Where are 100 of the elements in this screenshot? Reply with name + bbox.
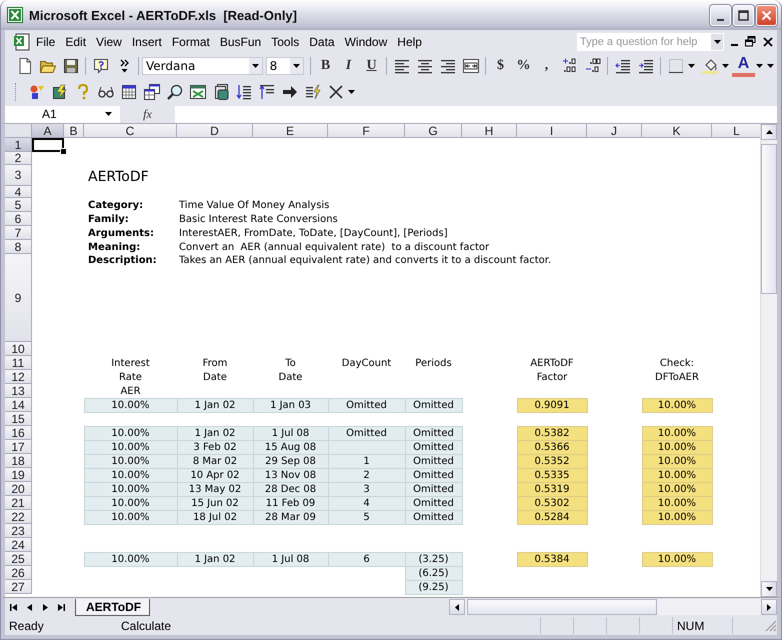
- column-header[interactable]: E: [253, 124, 328, 138]
- help-bubble-icon[interactable]: [92, 58, 108, 74]
- menu-item[interactable]: Tools: [266, 32, 304, 50]
- row-header[interactable]: 11: [5, 356, 32, 370]
- column-header[interactable]: B: [64, 124, 84, 138]
- row-header[interactable]: 14: [5, 398, 32, 412]
- menu-item[interactable]: Data: [304, 32, 340, 50]
- row-header[interactable]: 24: [5, 538, 32, 552]
- row-header[interactable]: 22: [5, 510, 32, 524]
- stacked-sheets-icon[interactable]: [212, 84, 228, 100]
- search-icon[interactable]: [166, 84, 182, 100]
- column-header[interactable]: K: [642, 124, 712, 138]
- row-header[interactable]: 19: [5, 468, 32, 482]
- dropdown-caret-icon[interactable]: [688, 64, 695, 68]
- row-header[interactable]: 16: [5, 426, 32, 440]
- column-header[interactable]: D: [177, 124, 253, 138]
- column-header[interactable]: F: [328, 124, 405, 138]
- sort-lines-icon[interactable]: [236, 84, 252, 100]
- next-sheet-icon[interactable]: [42, 604, 48, 610]
- percent-button[interactable]: %: [512, 55, 535, 77]
- column-header[interactable]: I: [517, 124, 587, 138]
- column-header[interactable]: A: [32, 124, 64, 138]
- name-box[interactable]: A1: [5, 106, 120, 122]
- bold-button[interactable]: B: [314, 55, 337, 77]
- row-header[interactable]: 10: [5, 342, 32, 356]
- dropdown-caret-icon[interactable]: [756, 64, 763, 68]
- comma-button[interactable]: ,: [535, 55, 558, 77]
- row-header[interactable]: 15: [5, 412, 32, 426]
- restore-icon[interactable]: [745, 36, 756, 47]
- maximize-button[interactable]: [733, 4, 754, 26]
- sheet-tab[interactable]: AERToDF: [75, 598, 150, 616]
- row-header[interactable]: 4: [5, 186, 32, 198]
- row-header[interactable]: 17: [5, 440, 32, 454]
- row-header[interactable]: 3: [5, 165, 32, 186]
- toolbar-overflow-icon[interactable]: [348, 90, 355, 94]
- row-header[interactable]: 13: [5, 384, 32, 398]
- row-header[interactable]: 21: [5, 496, 32, 510]
- resize-grip-icon[interactable]: [765, 620, 777, 632]
- close-button[interactable]: [756, 4, 777, 26]
- glasses-icon[interactable]: [98, 84, 114, 100]
- menu-item[interactable]: BusFun: [214, 32, 266, 50]
- minimize-button[interactable]: [710, 4, 731, 26]
- row-header[interactable]: 12: [5, 370, 32, 384]
- right-arrow-icon[interactable]: [282, 84, 298, 100]
- menu-item[interactable]: View: [91, 32, 127, 50]
- formula-input-field[interactable]: [175, 106, 777, 122]
- save-icon[interactable]: [62, 58, 78, 74]
- font-name-field[interactable]: Verdana: [142, 57, 263, 75]
- currency-button[interactable]: $: [489, 55, 512, 77]
- insert-function-button[interactable]: fx: [120, 106, 175, 122]
- help-search-field[interactable]: Type a question for help: [577, 32, 724, 50]
- raise-lines-icon[interactable]: [258, 84, 274, 100]
- cascade-windows-icon[interactable]: [144, 84, 160, 100]
- align-left-icon[interactable]: [394, 58, 410, 74]
- column-header[interactable]: H: [462, 124, 517, 138]
- dropdown-caret-icon[interactable]: [714, 40, 720, 44]
- row-header[interactable]: 20: [5, 482, 32, 496]
- menu-item[interactable]: Window: [340, 32, 392, 50]
- align-right-icon[interactable]: [440, 58, 456, 74]
- last-sheet-icon[interactable]: [58, 604, 64, 610]
- new-document-icon[interactable]: [16, 58, 32, 74]
- row-header[interactable]: 27: [5, 580, 32, 594]
- borders-icon[interactable]: [668, 58, 684, 74]
- underline-button[interactable]: U: [360, 55, 383, 77]
- scrollbar-thumb[interactable]: [761, 144, 777, 294]
- toolbar-overflow-icon[interactable]: [118, 58, 130, 74]
- workbook-icon[interactable]: [13, 32, 31, 50]
- menu-item[interactable]: Help: [392, 32, 427, 50]
- merge-cells-icon[interactable]: [462, 58, 478, 74]
- menu-item[interactable]: Insert: [126, 32, 167, 50]
- close-icon[interactable]: [763, 36, 773, 46]
- open-folder-icon[interactable]: [40, 58, 56, 74]
- increase-indent-icon[interactable]: [638, 58, 654, 74]
- row-header[interactable]: 25: [5, 552, 32, 566]
- menu-item[interactable]: Edit: [60, 32, 92, 50]
- fill-color-icon[interactable]: [702, 58, 718, 74]
- row-header[interactable]: 9: [5, 254, 32, 342]
- dropdown-caret-icon[interactable]: [105, 112, 112, 116]
- row-header[interactable]: 6: [5, 212, 32, 226]
- decrease-indent-icon[interactable]: [614, 58, 630, 74]
- dropdown-caret-icon[interactable]: [252, 64, 259, 68]
- font-size-field[interactable]: 8: [266, 57, 304, 75]
- column-header[interactable]: L: [712, 124, 760, 138]
- chart-sheet-icon[interactable]: [190, 84, 206, 100]
- column-header[interactable]: C: [84, 124, 177, 138]
- row-header[interactable]: 1: [5, 138, 32, 152]
- align-center-icon[interactable]: [416, 58, 432, 74]
- column-header[interactable]: G: [405, 124, 462, 138]
- column-header[interactable]: J: [587, 124, 642, 138]
- row-header[interactable]: 5: [5, 198, 32, 212]
- lightning-lines-icon[interactable]: [304, 84, 320, 100]
- dropdown-caret-icon[interactable]: [722, 64, 729, 68]
- active-cell[interactable]: [32, 138, 64, 152]
- italic-button[interactable]: I: [337, 55, 360, 77]
- scroll-left-button[interactable]: [449, 599, 465, 615]
- toolbar-overflow-icon[interactable]: [767, 64, 774, 68]
- dropdown-caret-icon[interactable]: [293, 64, 300, 68]
- row-header[interactable]: 2: [5, 152, 32, 165]
- row-header[interactable]: 18: [5, 454, 32, 468]
- scrollbar-thumb[interactable]: [467, 599, 657, 615]
